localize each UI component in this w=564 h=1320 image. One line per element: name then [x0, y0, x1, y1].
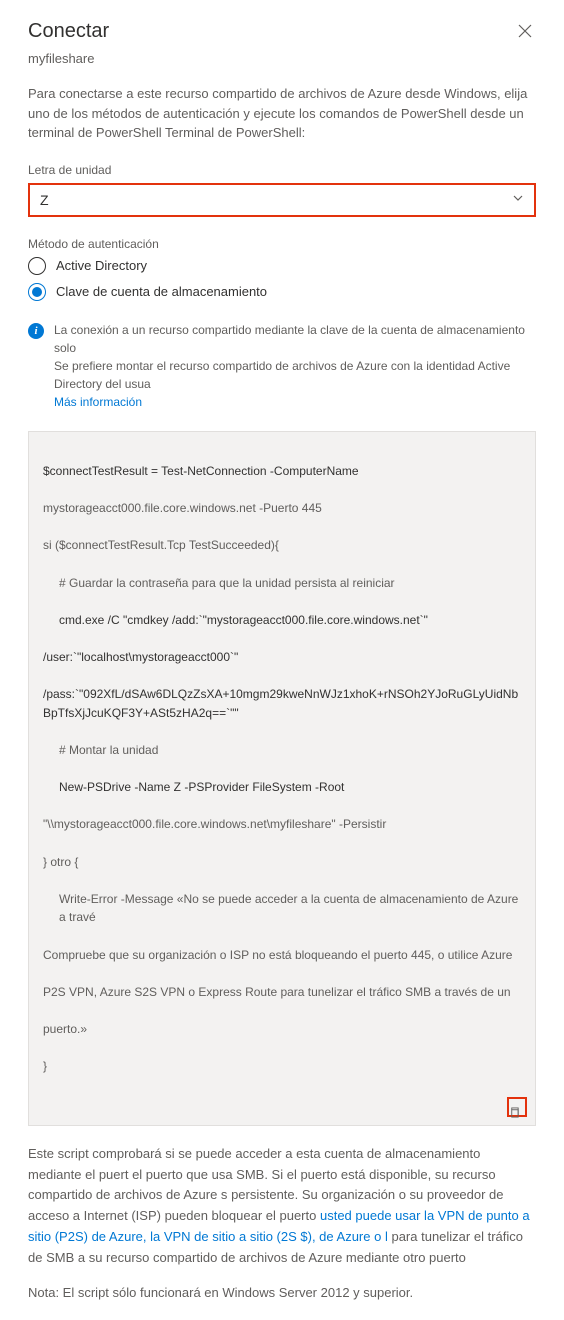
auth-label: Método de autenticación [28, 237, 536, 251]
code-text: } otro { [43, 853, 521, 872]
code-text: Write-Error -Message «No se puede accede… [43, 890, 521, 927]
info-box: i La conexión a un recurso compartido me… [28, 321, 536, 411]
code-text: /pass:`"092XfL/dSAw6DLQzZsXA+10mgm29kweN… [43, 687, 518, 720]
code-text: } [43, 1057, 521, 1076]
radio-label: Clave de cuenta de almacenamiento [56, 284, 267, 299]
code-text: si ($connectTestResult.Tcp TestSucceeded… [43, 536, 521, 555]
drive-dropdown-value: Z [40, 192, 49, 208]
radio-active-directory[interactable]: Active Directory [28, 257, 536, 275]
code-text: Compruebe que su organización o ISP no e… [43, 946, 521, 965]
info-text-line1: La conexión a un recurso compartido medi… [54, 321, 536, 357]
code-text: puerto.» [43, 1020, 521, 1039]
copy-icon [509, 1073, 525, 1141]
radio-icon [28, 257, 46, 275]
close-icon [518, 24, 532, 38]
auth-radio-group: Active Directory Clave de cuenta de alma… [28, 257, 536, 301]
page-title: Conectar [28, 20, 109, 43]
drive-label: Letra de unidad [28, 163, 536, 177]
code-text: New-PSDrive -Name Z -PSProvider FileSyst… [59, 780, 344, 794]
info-icon: i [28, 323, 44, 339]
code-comment: # Montar la unidad [43, 741, 521, 760]
code-comment: # Guardar la contraseña para que la unid… [43, 574, 521, 593]
info-text-line2: Se prefiere montar el recurso compartido… [54, 357, 536, 393]
page-subtitle: myfileshare [28, 51, 536, 66]
drive-dropdown[interactable]: Z [28, 183, 536, 217]
code-block: $connectTestResult = Test-NetConnection … [28, 431, 536, 1126]
radio-label: Active Directory [56, 258, 147, 273]
code-text: "\\mystorageacct000.file.core.windows.ne… [43, 815, 521, 834]
radio-icon-selected [28, 283, 46, 301]
code-text: cmd.exe /C "cmdkey /add:`"mystorageacct0… [59, 613, 428, 627]
code-text: $connectTestResult = Test-NetConnection … [43, 464, 359, 478]
radio-storage-key[interactable]: Clave de cuenta de almacenamiento [28, 283, 536, 301]
footer-text: Este script comprobará si se puede acced… [28, 1144, 536, 1269]
code-text: mystorageacct000.file.core.windows.net -… [43, 499, 521, 518]
code-text: P2S VPN, Azure S2S VPN o Express Route p… [43, 983, 521, 1002]
description-text: Para conectarse a este recurso compartid… [28, 84, 536, 143]
close-button[interactable] [514, 20, 536, 47]
note-text: Nota: El script sólo funcionará en Windo… [28, 1285, 536, 1300]
more-info-link[interactable]: Más información [54, 395, 142, 409]
chevron-down-icon [512, 192, 524, 207]
code-text: /user:`"localhost\mystorageacct000`" [43, 650, 238, 664]
copy-button[interactable] [507, 1097, 527, 1117]
